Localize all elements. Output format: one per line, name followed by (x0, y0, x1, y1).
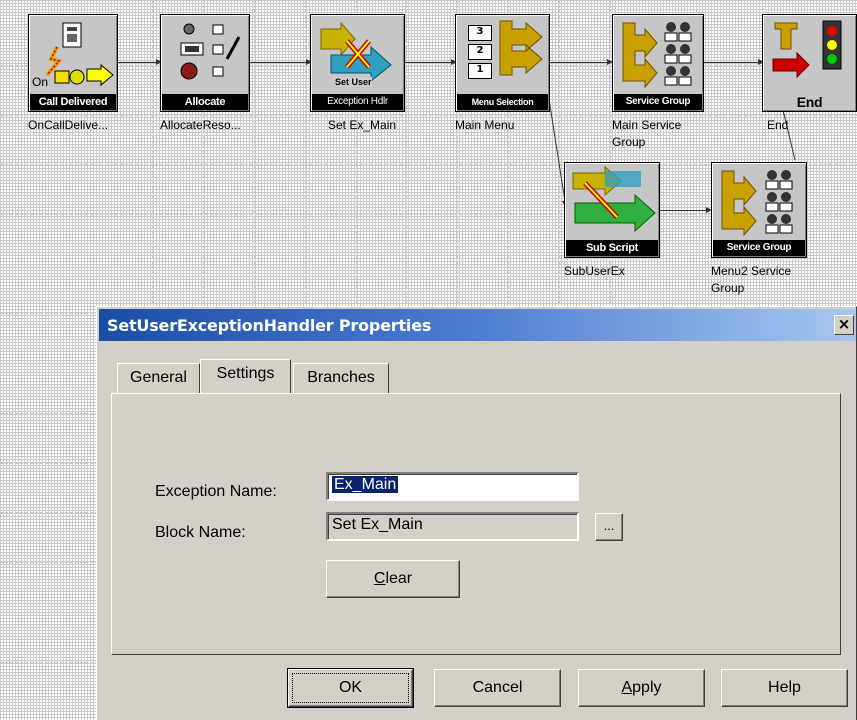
browse-button[interactable]: ... (595, 513, 623, 541)
block-on-call-delivered[interactable]: On Call Delivered (28, 14, 118, 112)
apply-label-rest: pply (632, 679, 662, 696)
block-label: Set Ex_Main (328, 118, 397, 132)
block-name-label: Block Name: (155, 524, 246, 541)
block-caption: Sub Script (566, 240, 658, 256)
apply-mnemonic: A (621, 679, 633, 696)
block-sub-user-ex[interactable]: Sub Script (564, 162, 660, 258)
block-label: End (767, 118, 789, 132)
block-caption: Menu Selection (457, 94, 548, 110)
dialog-titlebar[interactable]: SetUserExceptionHandler Properties × (99, 309, 856, 341)
cancel-button[interactable]: Cancel (434, 669, 561, 707)
block-set-ex-main[interactable]: Set User Exception Hdlr (310, 14, 405, 112)
tab-label: General (130, 369, 187, 386)
exception-name-input[interactable]: Ex_Main (326, 472, 579, 501)
exception-name-label: Exception Name: (155, 483, 277, 500)
clear-mnemonic: C (373, 570, 386, 587)
block-caption: Call Delivered (30, 94, 116, 110)
block-label: Main Menu (455, 118, 515, 132)
sub-script-icon (572, 165, 656, 233)
focus-rect (292, 673, 409, 703)
block-end[interactable]: End (762, 14, 857, 112)
exception-name-value: Ex_Main (332, 476, 399, 493)
dialog-title: SetUserExceptionHandler Properties (107, 316, 432, 335)
block-main-menu[interactable]: 3 2 1 Menu Selection (455, 14, 550, 112)
block-menu2-service-group[interactable]: Service Group (711, 162, 807, 258)
help-button[interactable]: Help (721, 669, 848, 707)
clear-label-rest: lear (385, 570, 413, 587)
tab-settings[interactable]: Settings (200, 359, 291, 393)
ok-button[interactable]: OK (287, 668, 414, 708)
block-allocate[interactable]: Allocate (160, 14, 250, 112)
block-caption: Exception Hdlr (312, 94, 403, 110)
block-main-service-group[interactable]: Service Group (612, 14, 704, 112)
tab-general[interactable]: General (117, 363, 200, 393)
close-icon: × (837, 315, 851, 333)
block-label-line1: Main Service (612, 118, 682, 132)
block-label-line1: Menu2 Service (711, 264, 792, 278)
block-label: OnCallDelive... (28, 118, 109, 132)
block-label: AllocateReso... (160, 118, 241, 132)
service-group-icon (622, 22, 692, 89)
end-traffic-light-icon (772, 20, 842, 79)
block-caption: Service Group (713, 240, 805, 256)
block-label: Main Service Group (612, 117, 681, 151)
service-group-icon (721, 170, 793, 237)
branch-icon (499, 20, 543, 76)
block-caption: Allocate (162, 94, 248, 110)
properties-dialog: SetUserExceptionHandler Properties × Gen… (96, 306, 857, 720)
tab-branches[interactable]: Branches (293, 363, 389, 393)
apply-button[interactable]: Apply (578, 669, 705, 707)
tab-label: Settings (216, 365, 275, 382)
close-button[interactable]: × (834, 315, 854, 335)
block-name-field[interactable]: Set Ex_Main (326, 512, 579, 541)
block-label: SubUserEx (564, 264, 625, 278)
block-tiny-on: On (32, 75, 49, 89)
clear-button[interactable]: Clear (326, 560, 460, 598)
block-tiny-set-user: Set User (335, 77, 372, 87)
block-label-line2: Group (612, 135, 646, 149)
block-caption: Service Group (614, 94, 702, 110)
tab-label: Branches (307, 369, 375, 386)
allocate-resource-icon (180, 23, 241, 80)
block-label-line2: Group (711, 281, 745, 295)
block-label: Menu2 Service Group (711, 263, 791, 297)
block-caption: End (764, 94, 855, 110)
